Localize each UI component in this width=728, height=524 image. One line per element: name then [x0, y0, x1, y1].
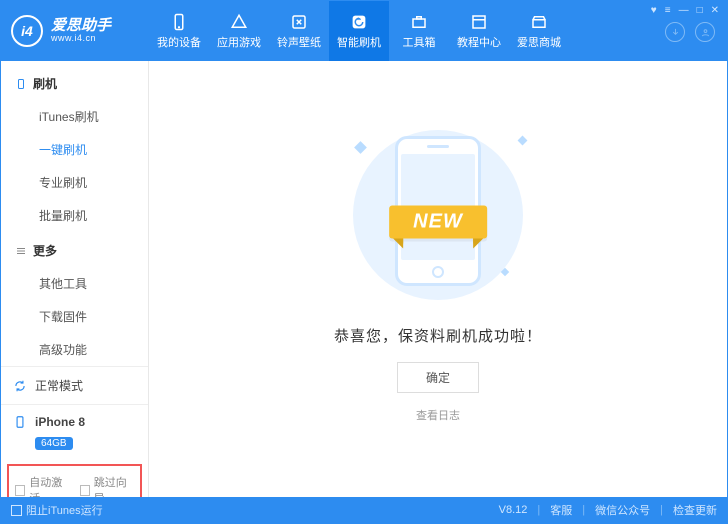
nav-flash[interactable]: 智能刷机: [329, 1, 389, 61]
app-header: i4 爱思助手 www.i4.cn 我的设备 应用游戏 铃声壁纸 智能刷机: [1, 1, 727, 61]
brand-name: 爱思助手: [51, 18, 111, 35]
sidebar-item-download-fw[interactable]: 下载固件: [1, 300, 148, 333]
sidebar-group-more[interactable]: 更多: [1, 232, 148, 267]
block-itunes-checkbox[interactable]: 阻止iTunes运行: [11, 502, 103, 518]
nav-label: 铃声壁纸: [277, 34, 321, 50]
wechat-link[interactable]: 微信公众号: [595, 502, 650, 518]
apps-icon: [230, 13, 248, 31]
sidebar-group-flash[interactable]: 刷机: [1, 65, 148, 100]
success-message: 恭喜您，保资料刷机成功啦！: [334, 325, 542, 346]
logo-badge: i4: [11, 15, 43, 47]
nav-ringtone[interactable]: 铃声壁纸: [269, 1, 329, 61]
version-label: V8.12: [499, 504, 528, 516]
nav-label: 教程中心: [457, 34, 501, 50]
status-bar: 阻止iTunes运行 V8.12 | 客服 | 微信公众号 | 检查更新: [1, 497, 727, 523]
nav-apps[interactable]: 应用游戏: [209, 1, 269, 61]
settings-icon[interactable]: ♥: [651, 5, 657, 16]
nav-tools[interactable]: 工具箱: [389, 1, 449, 61]
phone-icon: [13, 415, 27, 429]
success-illustration: NEW: [328, 125, 548, 305]
check-update-link[interactable]: 检查更新: [673, 502, 717, 518]
refresh-icon: [13, 379, 27, 393]
sidebar-item-oneclick-flash[interactable]: 一键刷机: [1, 133, 148, 166]
nav-label: 我的设备: [157, 34, 201, 50]
nav-label: 智能刷机: [337, 34, 381, 50]
confirm-button[interactable]: 确定: [397, 362, 479, 393]
nav-label: 爱思商城: [517, 34, 561, 50]
minimize-icon[interactable]: —: [679, 5, 689, 16]
flash-icon: [350, 13, 368, 31]
device-name: iPhone 8: [35, 415, 85, 429]
brand-url: www.i4.cn: [51, 34, 111, 44]
new-ribbon: NEW: [389, 206, 487, 239]
storage-badge: 64GB: [35, 437, 73, 450]
close-icon[interactable]: ✕: [711, 5, 719, 16]
nav-label: 工具箱: [403, 34, 436, 50]
sidebar-item-batch-flash[interactable]: 批量刷机: [1, 199, 148, 232]
sidebar-item-itunes-flash[interactable]: iTunes刷机: [1, 100, 148, 133]
top-nav: 我的设备 应用游戏 铃声壁纸 智能刷机 工具箱 教程中心: [149, 1, 643, 61]
book-icon: [470, 13, 488, 31]
sidebar-item-advanced[interactable]: 高级功能: [1, 333, 148, 366]
device-mode[interactable]: 正常模式: [1, 366, 148, 404]
maximize-icon[interactable]: □: [697, 5, 703, 16]
nav-label: 应用游戏: [217, 34, 261, 50]
sidebar-item-other-tools[interactable]: 其他工具: [1, 267, 148, 300]
ringtone-icon: [290, 13, 308, 31]
support-link[interactable]: 客服: [550, 502, 572, 518]
download-button[interactable]: [665, 22, 685, 42]
device-icon: [170, 13, 188, 31]
window-controls: ♥ ≡ — □ ✕: [651, 5, 719, 16]
tools-icon: [410, 13, 428, 31]
logo: i4 爱思助手 www.i4.cn: [1, 1, 149, 61]
nav-store[interactable]: 爱思商城: [509, 1, 569, 61]
header-right: ♥ ≡ — □ ✕: [643, 1, 727, 61]
device-info[interactable]: iPhone 8 64GB: [1, 404, 148, 460]
store-icon: [530, 13, 548, 31]
view-log-link[interactable]: 查看日志: [416, 407, 460, 423]
sidebar-item-pro-flash[interactable]: 专业刷机: [1, 166, 148, 199]
nav-my-device[interactable]: 我的设备: [149, 1, 209, 61]
phone-icon: [15, 78, 27, 90]
list-icon: [15, 245, 27, 257]
user-button[interactable]: [695, 22, 715, 42]
nav-tutorial[interactable]: 教程中心: [449, 1, 509, 61]
group-title: 刷机: [33, 75, 57, 92]
main-content: NEW 恭喜您，保资料刷机成功啦！ 确定 查看日志: [149, 61, 727, 497]
menu-icon[interactable]: ≡: [665, 5, 671, 16]
checkbox-label: 阻止iTunes运行: [26, 502, 103, 518]
sidebar: 刷机 iTunes刷机 一键刷机 专业刷机 批量刷机 更多 其他工具 下载固件 …: [1, 61, 149, 497]
mode-label: 正常模式: [35, 377, 83, 394]
group-title: 更多: [33, 242, 57, 259]
